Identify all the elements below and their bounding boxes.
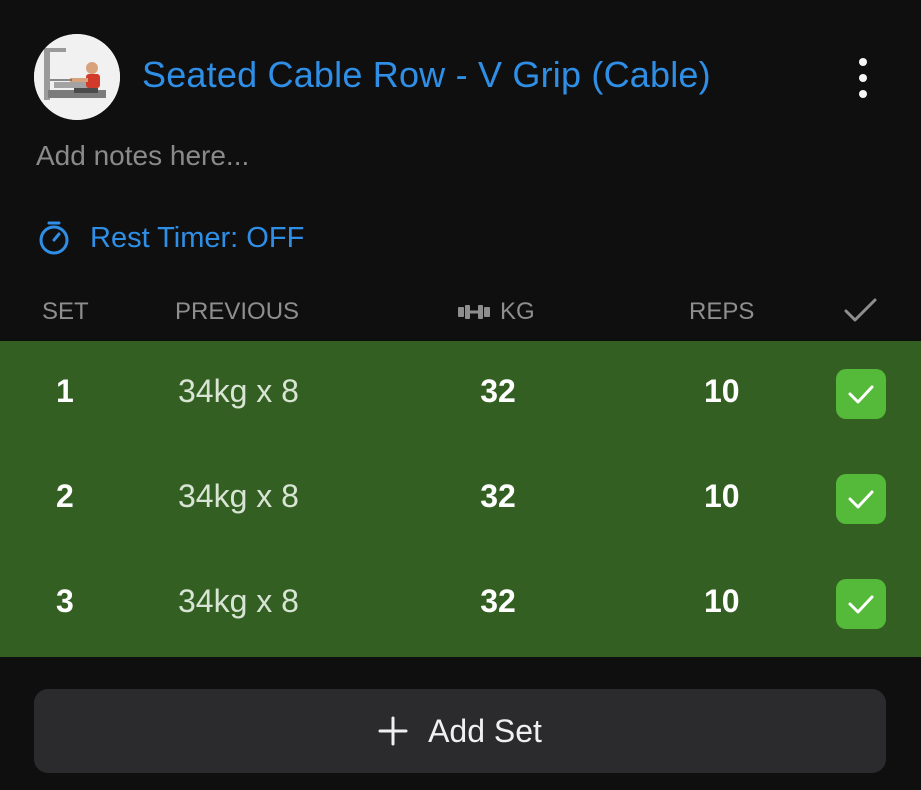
header-kg-label: KG	[500, 298, 535, 325]
notes-input[interactable]: Add notes here...	[36, 140, 249, 172]
rest-timer-label: Rest Timer: OFF	[90, 221, 305, 254]
previous-value[interactable]: 34kg x 8	[178, 583, 299, 620]
exercise-illustration	[34, 34, 120, 120]
more-options-button[interactable]	[852, 54, 876, 102]
checkmark-icon	[848, 490, 874, 509]
set-row: 2 34kg x 8 32 10	[0, 446, 921, 551]
sets-table-body: 1 34kg x 8 32 10 2 34kg x 8 32 10 3 34kg…	[0, 341, 921, 657]
dumbbell-icon	[458, 305, 490, 319]
more-vertical-icon-dot	[859, 74, 867, 82]
complete-set-checkbox[interactable]	[836, 474, 886, 524]
previous-value[interactable]: 34kg x 8	[178, 373, 299, 410]
header-set: SET	[42, 298, 89, 325]
exercise-header: Seated Cable Row - V Grip (Cable)	[34, 34, 884, 120]
plus-icon	[378, 716, 408, 746]
complete-set-checkbox[interactable]	[836, 369, 886, 419]
header-check	[843, 292, 879, 335]
checkmark-icon	[848, 595, 874, 614]
add-set-label: Add Set	[428, 712, 542, 749]
set-row: 1 34kg x 8 32 10	[0, 341, 921, 446]
set-number[interactable]: 3	[56, 583, 74, 620]
set-row: 3 34kg x 8 32 10	[0, 551, 921, 656]
sets-table-header: SET PREVIOUS KG REPS	[0, 292, 921, 336]
set-number[interactable]: 1	[56, 373, 74, 410]
stopwatch-icon	[39, 221, 69, 255]
header-previous: PREVIOUS	[175, 298, 300, 325]
exercise-title[interactable]: Seated Cable Row - V Grip (Cable)	[142, 54, 711, 96]
kg-input[interactable]: 32	[478, 373, 518, 410]
reps-input[interactable]: 10	[704, 478, 740, 515]
rest-timer-button[interactable]: Rest Timer: OFF	[36, 218, 304, 258]
header-kg: KG	[458, 298, 535, 326]
exercise-thumbnail[interactable]	[34, 34, 120, 120]
kg-input[interactable]: 32	[478, 583, 518, 620]
reps-input[interactable]: 10	[704, 583, 740, 620]
checkmark-icon	[844, 298, 877, 322]
previous-value[interactable]: 34kg x 8	[178, 478, 299, 515]
kg-input[interactable]: 32	[478, 478, 518, 515]
reps-input[interactable]: 10	[704, 373, 740, 410]
checkmark-icon	[848, 385, 874, 404]
set-number[interactable]: 2	[56, 478, 74, 515]
header-reps: REPS	[689, 298, 755, 325]
more-vertical-icon	[859, 58, 867, 66]
more-vertical-icon-dot	[859, 90, 867, 98]
add-set-button[interactable]: Add Set	[34, 689, 886, 773]
complete-set-checkbox[interactable]	[836, 579, 886, 629]
